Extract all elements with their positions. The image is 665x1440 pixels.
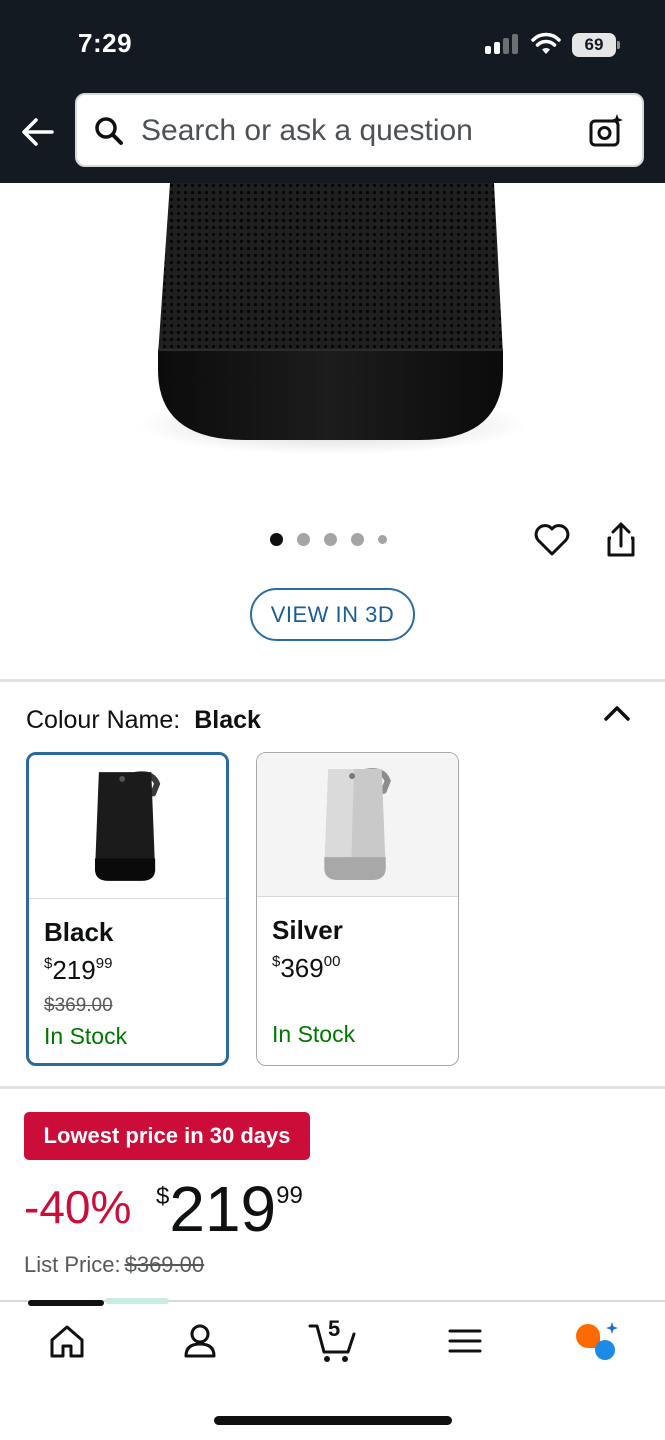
chevron-up-icon[interactable] — [601, 700, 633, 726]
selected-colour-value: Black — [194, 706, 261, 734]
colour-option-price: $36900 — [272, 953, 340, 984]
colour-name-label: Colour Name: Black — [26, 706, 261, 735]
colour-thumbnail-black — [29, 755, 226, 899]
share-icon[interactable] — [603, 520, 639, 560]
home-indicator[interactable] — [214, 1416, 452, 1425]
carousel-dot[interactable] — [324, 532, 337, 546]
colour-option-name: Black — [44, 917, 114, 947]
rufus-assistant-icon[interactable] — [572, 1318, 618, 1364]
active-tab-indicator — [28, 1300, 104, 1306]
stock-status: In Stock — [44, 1023, 128, 1049]
price-whole: 369 — [280, 953, 324, 983]
status-time: 7:29 — [78, 28, 133, 58]
carousel-dot[interactable] — [270, 532, 283, 546]
app-header: 7:29 69 — [0, 0, 665, 183]
wifi-icon — [531, 32, 561, 54]
battery-level: 69 — [572, 33, 616, 57]
back-arrow-icon[interactable] — [18, 112, 58, 152]
section-divider — [0, 1086, 665, 1089]
colour-thumbnail-silver — [257, 753, 458, 897]
search-icon — [95, 117, 123, 145]
list-price-label: List Price: — [24, 1252, 121, 1277]
cellular-signal-icon — [485, 34, 521, 54]
battery-icon: 69 — [572, 33, 620, 57]
carousel-dot[interactable] — [297, 532, 310, 546]
price-cents: 00 — [323, 953, 341, 970]
list-price-value: $369.00 — [124, 1252, 205, 1277]
deal-badge: Lowest price in 30 days — [24, 1112, 310, 1160]
colour-label-text: Colour Name: — [26, 706, 181, 734]
price-cents: 99 — [95, 955, 113, 972]
price-currency: $ — [156, 1183, 170, 1210]
price-whole: 219 — [169, 1173, 277, 1245]
account-icon[interactable] — [177, 1318, 223, 1364]
cart-count-badge: 5 — [328, 1316, 341, 1341]
image-carousel-dots[interactable] — [270, 531, 387, 547]
stock-status: In Stock — [272, 1021, 356, 1047]
colour-option-list-price: $369.00 — [44, 995, 113, 1016]
search-bar[interactable] — [75, 93, 644, 167]
colour-option-black[interactable]: Black $21999 $369.00 In Stock — [26, 752, 229, 1066]
carousel-dot[interactable] — [351, 532, 364, 546]
product-image[interactable] — [0, 183, 665, 483]
view-in-3d-button[interactable]: VIEW IN 3D — [250, 588, 415, 641]
search-input[interactable] — [141, 109, 581, 153]
list-price: List Price: $369.00 — [24, 1252, 204, 1278]
current-price: $21999 — [156, 1172, 303, 1246]
menu-icon[interactable] — [442, 1318, 488, 1364]
colour-option-price: $21999 — [44, 955, 112, 986]
colour-option-name: Silver — [272, 915, 343, 945]
price-cents: 99 — [276, 1182, 303, 1209]
colour-option-silver[interactable]: Silver $36900 In Stock — [256, 752, 459, 1066]
wishlist-heart-icon[interactable] — [532, 520, 572, 560]
scroll-peek-bar — [105, 1298, 169, 1304]
visual-search-camera-icon[interactable] — [587, 111, 627, 151]
discount-percent: -40% — [24, 1181, 132, 1233]
price-whole: 219 — [52, 955, 96, 985]
section-divider — [0, 679, 665, 682]
carousel-dot[interactable] — [378, 534, 387, 544]
home-icon[interactable] — [44, 1318, 90, 1364]
